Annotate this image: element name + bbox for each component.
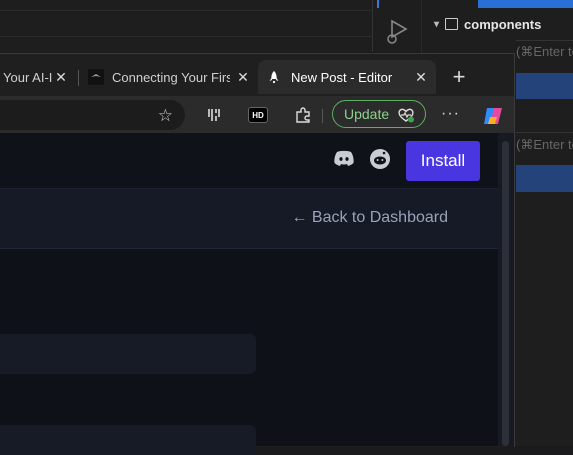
browser-toolbar: ☆ HD Update ··· bbox=[0, 96, 514, 134]
folder-box-icon bbox=[445, 18, 459, 30]
scrollbar-thumb[interactable] bbox=[502, 141, 509, 446]
tab-title: Your AI-I bbox=[3, 69, 53, 85]
extensions-puzzle-icon[interactable] bbox=[293, 105, 313, 125]
copilot-icon[interactable] bbox=[482, 105, 504, 127]
toolbar-divider bbox=[322, 109, 323, 123]
tab-your-ai[interactable]: Your AI-I ✕ bbox=[0, 60, 74, 94]
chevron-down-icon: ▾ bbox=[434, 18, 440, 30]
web-page: Install ← Back to Dashboard bbox=[0, 133, 498, 455]
tab-title: Connecting Your Firs bbox=[112, 69, 230, 85]
rocket-favicon-icon bbox=[269, 71, 279, 84]
editor-subheader: ← Back to Dashboard bbox=[0, 189, 498, 249]
post-content-input[interactable] bbox=[0, 425, 256, 455]
hd-extension-icon[interactable]: HD bbox=[248, 105, 268, 125]
site-favicon-icon bbox=[88, 69, 104, 85]
install-button[interactable]: Install bbox=[406, 141, 480, 181]
explorer-section-header[interactable]: ▾ components bbox=[422, 14, 541, 34]
tab-new-post-editor[interactable]: New Post - Editor ✕ bbox=[258, 60, 436, 94]
post-title-input[interactable] bbox=[0, 334, 256, 374]
close-icon[interactable]: ✕ bbox=[234, 68, 252, 86]
command-hint: (⌘Enter to bbox=[516, 44, 573, 59]
discord-icon[interactable] bbox=[333, 149, 355, 167]
tab-strip: Your AI-I ✕ Connecting Your Firs ✕ New P… bbox=[0, 54, 514, 96]
heart-pulse-icon bbox=[398, 108, 414, 123]
tab-separator bbox=[78, 70, 79, 86]
activity-indicator bbox=[377, 0, 379, 8]
selection-band bbox=[516, 165, 573, 192]
run-debug-icon[interactable] bbox=[384, 18, 410, 46]
tab-connecting[interactable]: Connecting Your Firs ✕ bbox=[84, 60, 254, 94]
back-to-dashboard-link[interactable]: ← Back to Dashboard bbox=[291, 209, 448, 227]
close-icon[interactable]: ✕ bbox=[52, 68, 70, 86]
explorer-section-label: components bbox=[464, 16, 542, 32]
reddit-icon[interactable] bbox=[369, 148, 391, 170]
page-scrollbar[interactable] bbox=[498, 133, 514, 446]
ide-editor-area bbox=[0, 0, 372, 52]
site-header: Install bbox=[0, 133, 498, 189]
tab-title: New Post - Editor bbox=[291, 69, 393, 85]
update-label: Update bbox=[344, 106, 390, 122]
explorer-selection-bar bbox=[478, 0, 573, 8]
editor-line bbox=[0, 10, 372, 11]
update-button[interactable]: Update bbox=[332, 100, 426, 128]
favorite-star-icon[interactable]: ☆ bbox=[158, 106, 173, 126]
new-tab-button[interactable]: + bbox=[448, 66, 470, 88]
close-icon[interactable]: ✕ bbox=[412, 68, 430, 86]
selection-band bbox=[516, 73, 573, 99]
extension-key-icon[interactable] bbox=[204, 105, 224, 125]
editor-line bbox=[0, 36, 372, 37]
address-bar[interactable]: ☆ bbox=[0, 100, 185, 130]
command-hint: (⌘Enter to bbox=[516, 137, 573, 152]
more-options-button[interactable]: ··· bbox=[441, 105, 460, 123]
